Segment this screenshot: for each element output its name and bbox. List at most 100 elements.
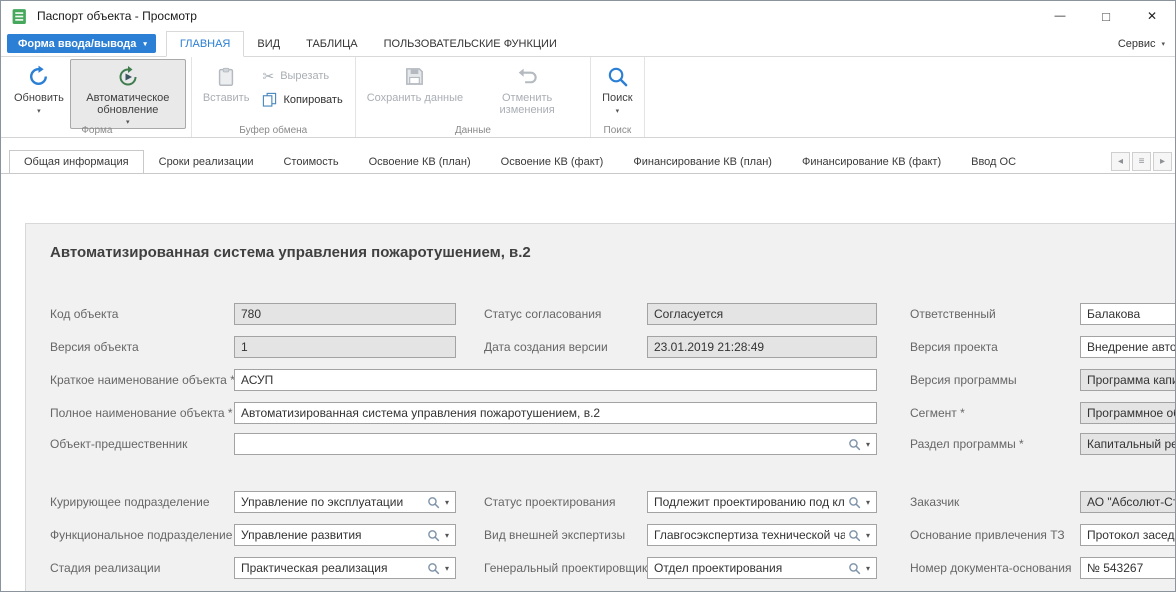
- maximize-button[interactable]: □: [1083, 1, 1129, 31]
- form-tab-vvod-os[interactable]: Ввод ОС: [956, 150, 1031, 174]
- field-expertise-type[interactable]: Главгосэкспертиза технической части ▾: [647, 524, 877, 546]
- form-tabstrip: Общая информация Сроки реализации Стоимо…: [1, 150, 1175, 174]
- ribbon-group-clipboard: Вставить ✂ Вырезать Копировать: [192, 57, 356, 137]
- lookup-search-icon[interactable]: [427, 529, 440, 542]
- field-label: Версия проекта: [910, 340, 998, 354]
- form-tab-fin-fact[interactable]: Финансирование КВ (факт): [787, 150, 956, 174]
- field-predecessor[interactable]: ▾: [234, 433, 877, 455]
- field-label: Объект-предшественник: [50, 437, 187, 451]
- ribbon: Обновить ▾ Автоматическое обновление ▾ Ф…: [1, 57, 1175, 138]
- chevron-down-icon: ▾: [1161, 40, 1165, 48]
- field-general-designer[interactable]: Отдел проектирования ▾: [647, 557, 877, 579]
- cut-button-label: Вырезать: [280, 70, 329, 82]
- field-version-date: 23.01.2019 21:28:49: [647, 336, 877, 358]
- form-tab-kv-fact[interactable]: Освоение КВ (факт): [486, 150, 619, 174]
- field-label: Статус согласования: [484, 307, 601, 321]
- lookup-search-icon[interactable]: [427, 562, 440, 575]
- tab-nav-list-button[interactable]: ≡: [1132, 152, 1151, 171]
- lookup-search-icon[interactable]: [848, 529, 861, 542]
- field-label: Стадия реализации: [50, 561, 160, 575]
- paste-button[interactable]: Вставить: [197, 59, 256, 108]
- dropdown-caret-icon[interactable]: ▾: [866, 564, 870, 573]
- search-icon: [606, 63, 629, 90]
- ribbon-group-data-label: Данные: [356, 125, 590, 136]
- window-controls: — □ ✕: [1037, 1, 1175, 31]
- lookup-search-icon[interactable]: [848, 438, 861, 451]
- dropdown-caret-icon[interactable]: ▾: [445, 564, 449, 573]
- form-tab-fin-plan[interactable]: Финансирование КВ (план): [618, 150, 787, 174]
- auto-refresh-button-label: Автоматическое обновление: [76, 93, 180, 116]
- field-responsible[interactable]: Балакова: [1080, 303, 1175, 325]
- refresh-button[interactable]: Обновить ▾: [8, 59, 70, 118]
- field-label: Версия объекта: [50, 340, 139, 354]
- refresh-button-label: Обновить: [14, 93, 64, 105]
- minimize-button[interactable]: —: [1037, 1, 1083, 31]
- copy-button-label: Копировать: [283, 94, 342, 106]
- close-icon: ✕: [1147, 9, 1157, 23]
- dropdown-caret-icon[interactable]: ▾: [445, 498, 449, 507]
- auto-refresh-button[interactable]: Автоматическое обновление ▾: [70, 59, 186, 129]
- lookup-search-icon[interactable]: [848, 496, 861, 509]
- field-short-name[interactable]: АСУП: [234, 369, 877, 391]
- copy-button[interactable]: Копировать: [255, 89, 349, 110]
- auto-refresh-icon: [116, 63, 140, 90]
- ribbon-group-form-label: Форма: [3, 125, 191, 136]
- save-button[interactable]: Сохранить данные: [361, 59, 469, 108]
- field-design-status[interactable]: Подлежит проектированию под ключ ▾: [647, 491, 877, 513]
- window-title: Паспорт объекта - Просмотр: [37, 9, 197, 23]
- field-customer: АО "Абсолют-Стро: [1080, 491, 1175, 513]
- field-implementation-stage[interactable]: Практическая реализация ▾: [234, 557, 456, 579]
- save-icon: [403, 63, 426, 90]
- lookup-search-icon[interactable]: [427, 496, 440, 509]
- close-button[interactable]: ✕: [1129, 1, 1175, 31]
- field-label: Сегмент *: [910, 406, 965, 420]
- dropdown-caret-icon[interactable]: ▾: [866, 440, 870, 449]
- menu-tab-table[interactable]: ТАБЛИЦА: [293, 31, 371, 56]
- paste-button-label: Вставить: [203, 93, 250, 105]
- dropdown-caret-icon[interactable]: ▾: [866, 498, 870, 507]
- search-button-label: Поиск: [602, 93, 632, 105]
- content-area: Автоматизированная система управления по…: [1, 174, 1175, 591]
- app-icon: [11, 8, 28, 25]
- field-label: Версия программы: [910, 373, 1017, 387]
- ribbon-group-data: Сохранить данные Отменить изменения Данн…: [356, 57, 591, 137]
- menu-tab-home[interactable]: ГЛАВНАЯ: [166, 31, 244, 57]
- field-object-version: 1: [234, 336, 456, 358]
- field-full-name[interactable]: Автоматизированная система управления по…: [234, 402, 877, 424]
- lookup-search-icon[interactable]: [848, 562, 861, 575]
- form-tab-kv-plan[interactable]: Освоение КВ (план): [354, 150, 486, 174]
- chevron-down-icon: ▾: [143, 40, 147, 48]
- field-label: Дата создания версии: [484, 340, 608, 354]
- field-basis-doc-number[interactable]: № 543267: [1080, 557, 1175, 579]
- field-label: Генеральный проектировщик: [484, 561, 647, 575]
- field-object-code: 780: [234, 303, 456, 325]
- chevron-down-icon: ▾: [37, 107, 41, 115]
- field-label: Код объекта: [50, 307, 118, 321]
- dropdown-caret-icon[interactable]: ▾: [445, 531, 449, 540]
- form-tab-general-info[interactable]: Общая информация: [9, 150, 144, 174]
- clipboard-small-buttons: ✂ Вырезать Копировать: [255, 65, 349, 110]
- undo-icon: [516, 63, 539, 90]
- menubar: Форма ввода/вывода ▾ ГЛАВНАЯ ВИД ТАБЛИЦА…: [1, 31, 1175, 57]
- maximize-icon: □: [1102, 9, 1110, 24]
- tab-nav-next-button[interactable]: ▸: [1153, 152, 1172, 171]
- form-tab-deadlines[interactable]: Сроки реализации: [144, 150, 269, 174]
- service-menu[interactable]: Сервис ▾: [1118, 31, 1165, 56]
- form-tab-cost[interactable]: Стоимость: [268, 150, 353, 174]
- cut-button[interactable]: ✂ Вырезать: [255, 65, 349, 86]
- tab-nav-prev-button[interactable]: ◂: [1111, 152, 1130, 171]
- menu-tab-user-functions[interactable]: ПОЛЬЗОВАТЕЛЬСКИЕ ФУНКЦИИ: [371, 31, 570, 56]
- field-curating-division[interactable]: Управление по эксплуатации ▾: [234, 491, 456, 513]
- field-functional-division[interactable]: Управление развития ▾: [234, 524, 456, 546]
- scissors-icon: ✂: [262, 69, 274, 83]
- field-tz-basis[interactable]: Протокол заседани: [1080, 524, 1175, 546]
- field-segment: Программное обе: [1080, 402, 1175, 424]
- undo-button[interactable]: Отменить изменения: [469, 59, 585, 119]
- field-label: Функциональное подразделение: [50, 528, 232, 542]
- io-form-button[interactable]: Форма ввода/вывода ▾: [7, 34, 156, 53]
- dropdown-caret-icon[interactable]: ▾: [866, 531, 870, 540]
- field-approval-status: Согласуется: [647, 303, 877, 325]
- menu-tab-view[interactable]: ВИД: [244, 31, 293, 56]
- field-project-version[interactable]: Внедрение автома: [1080, 336, 1175, 358]
- search-button[interactable]: Поиск ▾: [596, 59, 638, 118]
